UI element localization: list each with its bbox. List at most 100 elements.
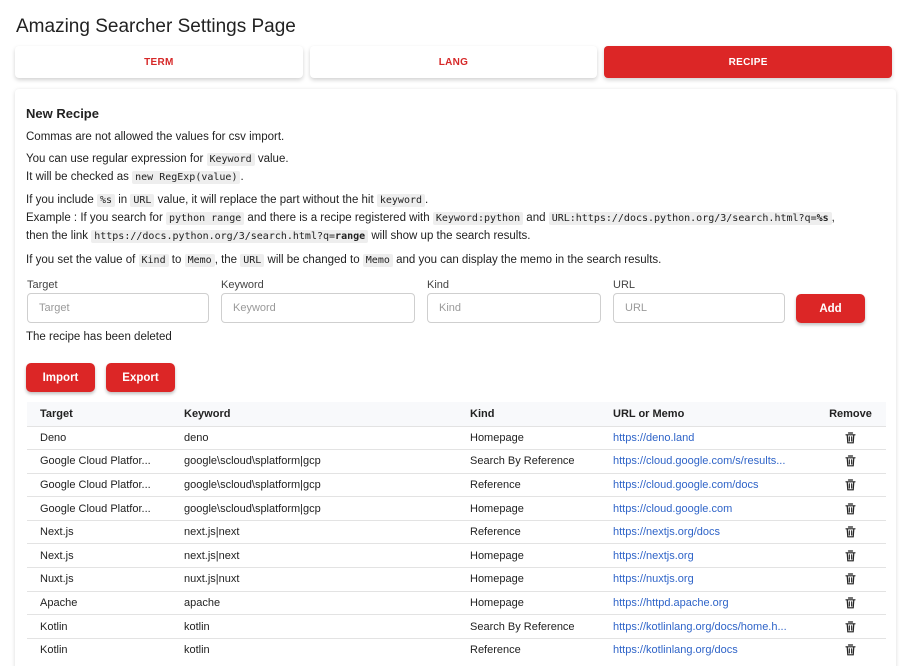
url-link[interactable]: https://nextjs.org: [600, 543, 815, 568]
help-text: and there is a recipe registered with: [244, 212, 433, 224]
keyword-input[interactable]: [221, 293, 415, 323]
code-part-bold: range: [335, 231, 366, 242]
placeholder-help-line3: then the link https://docs.python.org/3/…: [26, 230, 531, 243]
url-label: URL: [613, 279, 636, 291]
table-row: Kotlin kotlin Search By Reference https://k…: [27, 614, 886, 639]
cell-keyword: next.js|next: [171, 543, 457, 568]
code-regexp: new RegExp(value): [132, 171, 241, 184]
cell-target: Google Cloud Platfor...: [27, 496, 171, 521]
help-text: to: [168, 254, 185, 266]
cell-keyword: deno: [171, 425, 457, 450]
code-url: URL: [240, 254, 265, 267]
url-link[interactable]: https://nuxtjs.org: [600, 567, 815, 592]
trash-icon[interactable]: [845, 455, 856, 467]
header-kind: Kind: [457, 402, 600, 426]
url-link[interactable]: https://cloud.google.com/docs: [600, 472, 815, 497]
code-memo: Memo: [362, 254, 393, 267]
code-example-query: python range: [165, 212, 245, 225]
url-link[interactable]: https://cloud.google.com/s/results...: [600, 449, 815, 474]
cell-target: Next.js: [27, 519, 171, 544]
cell-keyword: google\scloud\splatform|gcp: [171, 496, 457, 521]
trash-icon[interactable]: [845, 597, 856, 609]
code-keyword: keyword: [376, 194, 426, 207]
table-header-row: Target Keyword Kind URL or Memo Remove: [27, 402, 886, 426]
regex-help-line2: It will be checked as new RegExp(value).: [26, 171, 244, 184]
placeholder-help-line1: If you include %s in URL value, it will …: [26, 194, 429, 207]
cell-keyword: kotlin: [171, 637, 457, 662]
table-row: Kotlin kotlin Reference https://kotlinlang.…: [27, 637, 886, 662]
trash-icon[interactable]: [845, 620, 856, 633]
code-part: URL:https://docs.python.org/3/search.htm…: [551, 213, 817, 224]
target-label: Target: [27, 279, 58, 291]
help-text: It will be checked as: [26, 171, 133, 183]
cell-kind: Search By Reference: [457, 449, 600, 474]
cell-target: Apache: [27, 590, 171, 615]
cell-target: Deno: [27, 425, 171, 450]
table-row: Google Cloud Platfor... google\scloud\spl…: [27, 472, 886, 497]
help-text: If you set the value of: [26, 254, 139, 266]
target-input[interactable]: [27, 293, 209, 323]
table-row: Google Cloud Platfor... google\scloud\spl…: [27, 496, 886, 521]
code-example-keyword: Keyword:python: [432, 212, 524, 225]
remove-cell: [815, 590, 886, 615]
commas-note: Commas are not allowed the values for cs…: [26, 131, 285, 143]
url-link[interactable]: https://nextjs.org/docs: [600, 519, 815, 544]
trash-icon[interactable]: [845, 550, 856, 562]
remove-cell: [815, 614, 886, 639]
help-text: then the link: [26, 230, 92, 242]
recipe-table: Target Keyword Kind URL or Memo Remove D…: [27, 402, 886, 662]
kind-input[interactable]: [427, 293, 601, 323]
status-message: The recipe has been deleted: [26, 331, 172, 343]
cell-kind: Reference: [457, 637, 600, 662]
url-link[interactable]: https://kotlinlang.org/docs: [600, 637, 815, 662]
tab-lang[interactable]: LANG: [309, 46, 598, 78]
cell-target: Nuxt.js: [27, 567, 171, 592]
remove-cell: [815, 472, 886, 497]
url-link[interactable]: https://httpd.apache.org: [600, 590, 815, 615]
tab-recipe[interactable]: RECIPE: [604, 46, 893, 78]
cell-target: Google Cloud Platfor...: [27, 472, 171, 497]
export-button[interactable]: Export: [106, 363, 175, 392]
add-button[interactable]: Add: [796, 294, 865, 323]
code-percent-s: %s: [96, 194, 116, 207]
trash-icon[interactable]: [845, 432, 856, 444]
cell-kind: Reference: [457, 519, 600, 544]
help-text: .: [425, 194, 429, 206]
code-part: https://docs.python.org/3/search.html?q=: [94, 231, 336, 242]
help-text: and: [523, 212, 549, 224]
tab-bar: TERM LANG RECIPE: [15, 46, 893, 78]
help-text: .: [240, 171, 244, 183]
remove-cell: [815, 543, 886, 568]
url-link[interactable]: https://kotlinlang.org/docs/home.h...: [600, 614, 815, 639]
header-target: Target: [27, 402, 171, 426]
remove-cell: [815, 496, 886, 521]
trash-icon[interactable]: [845, 573, 856, 585]
trash-icon[interactable]: [845, 644, 856, 656]
memo-help: If you set the value of Kind to Memo, th…: [26, 254, 661, 267]
trash-icon[interactable]: [845, 503, 856, 515]
cell-keyword: nuxt.js|nuxt: [171, 567, 457, 592]
import-button[interactable]: Import: [26, 363, 95, 392]
code-url: URL: [130, 194, 155, 207]
remove-cell: [815, 519, 886, 544]
trash-icon[interactable]: [845, 526, 856, 538]
tab-term[interactable]: TERM: [15, 46, 303, 78]
help-text: value.: [254, 153, 289, 165]
table-row: Nuxt.js nuxt.js|nuxt Homepage https://nuxtj…: [27, 567, 886, 592]
url-link[interactable]: https://deno.land: [600, 425, 815, 450]
url-input[interactable]: [613, 293, 785, 323]
cell-target: Next.js: [27, 543, 171, 568]
url-link[interactable]: https://cloud.google.com: [600, 496, 815, 521]
help-text: , the: [214, 254, 241, 266]
help-text: Example : If you search for: [26, 212, 166, 224]
cell-kind: Homepage: [457, 543, 600, 568]
remove-cell: [815, 425, 886, 450]
cell-kind: Homepage: [457, 590, 600, 615]
cell-target: Google Cloud Platfor...: [27, 449, 171, 474]
help-text: If you include: [26, 194, 97, 206]
help-text: You can use regular expression for: [26, 153, 207, 165]
cell-keyword: google\scloud\splatform|gcp: [171, 449, 457, 474]
regex-help-line1: You can use regular expression for Keywo…: [26, 153, 289, 166]
header-keyword: Keyword: [171, 402, 457, 426]
trash-icon[interactable]: [845, 479, 856, 491]
